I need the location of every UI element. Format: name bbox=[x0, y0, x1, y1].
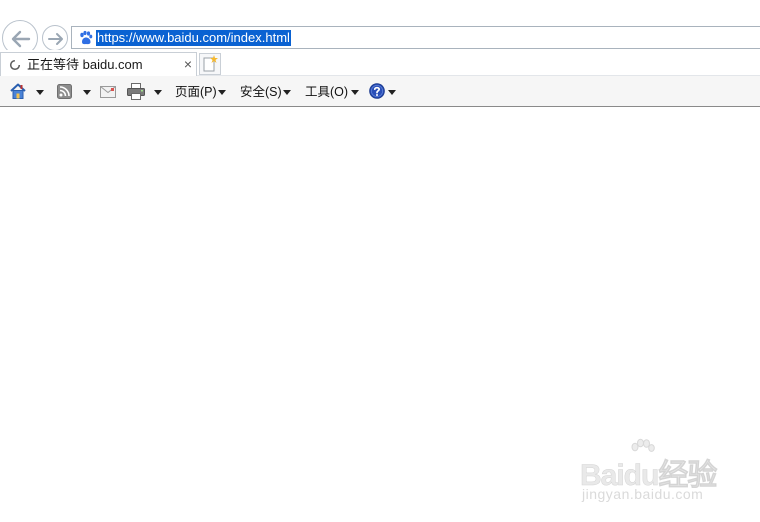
feeds-dropdown-caret[interactable] bbox=[83, 90, 91, 95]
tools-menu[interactable]: 工具(O) bbox=[305, 83, 348, 101]
baidu-jingyan-watermark: Baidu经验 jingyan.baidu.com bbox=[580, 438, 730, 508]
address-row: https://www.baidu.com/index.html bbox=[0, 0, 760, 56]
tab-close-button[interactable]: × bbox=[182, 56, 194, 72]
page-menu[interactable]: 页面(P) bbox=[175, 83, 217, 101]
help-icon[interactable] bbox=[369, 83, 385, 99]
command-bar: 页面(P) 安全(S) 工具(O) bbox=[0, 76, 760, 107]
home-dropdown-caret[interactable] bbox=[36, 90, 44, 95]
page-menu-caret[interactable] bbox=[218, 90, 226, 95]
address-bar[interactable]: https://www.baidu.com/index.html bbox=[71, 26, 760, 49]
url-text[interactable]: https://www.baidu.com/index.html bbox=[96, 30, 291, 46]
new-tab-icon bbox=[203, 55, 218, 72]
tools-menu-caret[interactable] bbox=[351, 90, 359, 95]
spinner-icon bbox=[9, 59, 21, 71]
print-icon[interactable] bbox=[127, 83, 145, 100]
forward-button[interactable] bbox=[42, 25, 68, 51]
help-dropdown-caret[interactable] bbox=[388, 90, 396, 95]
tab-strip: 正在等待 baidu.com × bbox=[0, 50, 760, 76]
watermark-sub: jingyan.baidu.com bbox=[582, 486, 704, 502]
safety-menu[interactable]: 安全(S) bbox=[240, 83, 282, 101]
tab-title: 正在等待 baidu.com bbox=[27, 57, 143, 72]
print-dropdown-caret[interactable] bbox=[154, 90, 162, 95]
baidu-paw-icon bbox=[80, 30, 93, 45]
tab-active[interactable]: 正在等待 baidu.com × bbox=[0, 52, 197, 76]
rss-icon[interactable] bbox=[57, 84, 72, 99]
mail-icon[interactable] bbox=[100, 86, 116, 98]
browser-window: https://www.baidu.com/index.html 正在等待 ba… bbox=[0, 0, 760, 522]
new-tab-button[interactable] bbox=[199, 53, 221, 75]
safety-menu-caret[interactable] bbox=[283, 90, 291, 95]
home-icon[interactable] bbox=[9, 82, 27, 100]
forward-arrow-icon bbox=[48, 33, 63, 45]
